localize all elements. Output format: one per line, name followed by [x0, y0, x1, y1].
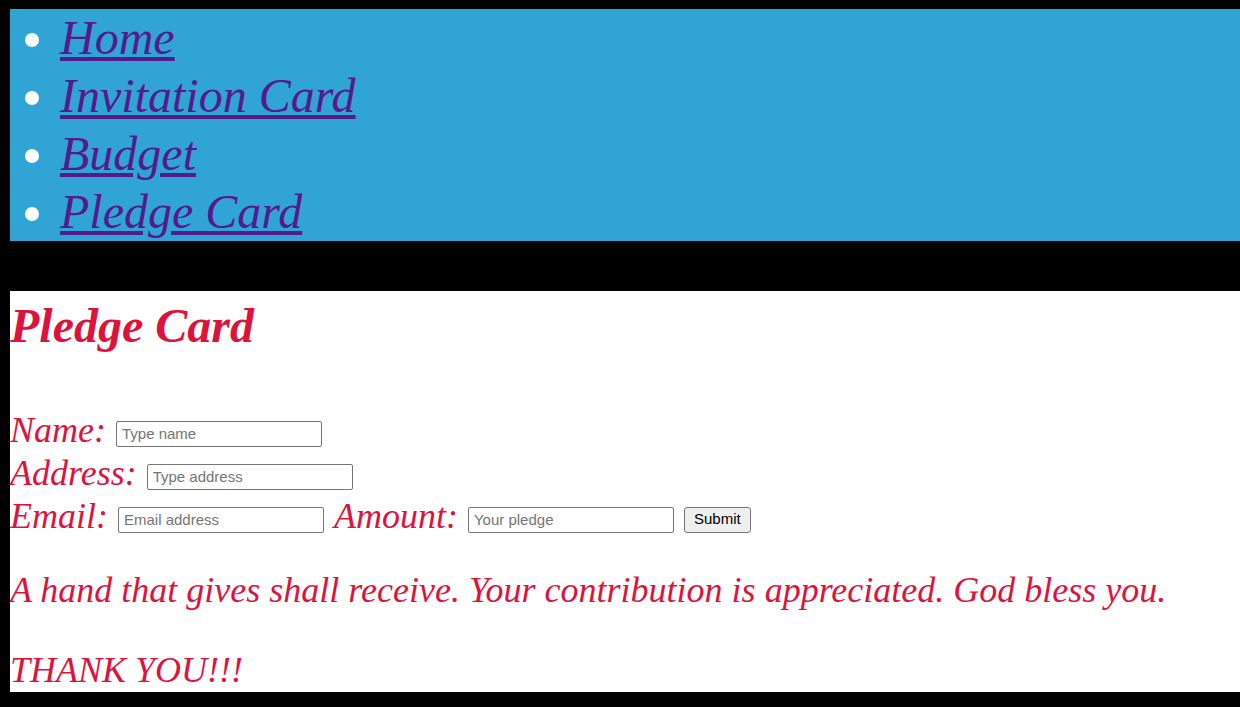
field-input[interactable]	[468, 507, 674, 533]
nav-item: Invitation Card	[60, 67, 1240, 125]
nav-item: Pledge Card	[60, 183, 1240, 241]
form-field: Email:	[10, 495, 324, 538]
pledge-message: A hand that gives shall receive. Your co…	[10, 568, 1240, 612]
form-row: Email: Amount: Submit	[10, 495, 1240, 538]
field-input[interactable]	[118, 507, 324, 533]
field-label: Email:	[10, 495, 108, 538]
field-input[interactable]	[147, 464, 353, 490]
nav-link[interactable]: Home	[60, 11, 175, 64]
field-input[interactable]	[116, 421, 322, 447]
page: HomeInvitation CardBudgetPledge CardPled…	[0, 0, 1240, 707]
nav-link[interactable]: Invitation Card	[60, 69, 356, 122]
pledge-card-panel: Pledge Card Name:Address:Email: Amount: Sub…	[10, 291, 1240, 692]
nav-link[interactable]: Budget	[60, 127, 196, 180]
field-label: Address:	[10, 452, 137, 495]
form-field: Amount:	[334, 495, 674, 538]
form-row: Name:	[10, 409, 1240, 452]
submit-button[interactable]: Submit	[684, 507, 751, 533]
nav-link[interactable]: Pledge Card	[60, 185, 302, 238]
nav-bar: HomeInvitation CardBudgetPledge Card	[10, 9, 1240, 241]
field-label: Amount:	[334, 495, 458, 538]
form-field: Address:	[10, 452, 353, 495]
thanks-text: THANK YOU!!!	[10, 648, 1240, 692]
nav-list: HomeInvitation CardBudgetPledge Card	[10, 9, 1240, 241]
form-row: Address:	[10, 452, 1240, 495]
pledge-card-title: Pledge Card	[10, 291, 1240, 360]
nav-item: Home	[60, 9, 1240, 67]
nav-item: Budget	[60, 125, 1240, 183]
form-field: Name:	[10, 409, 322, 452]
pledge-form: Name:Address:Email: Amount: Submit	[10, 409, 1240, 538]
field-label: Name:	[10, 409, 106, 452]
